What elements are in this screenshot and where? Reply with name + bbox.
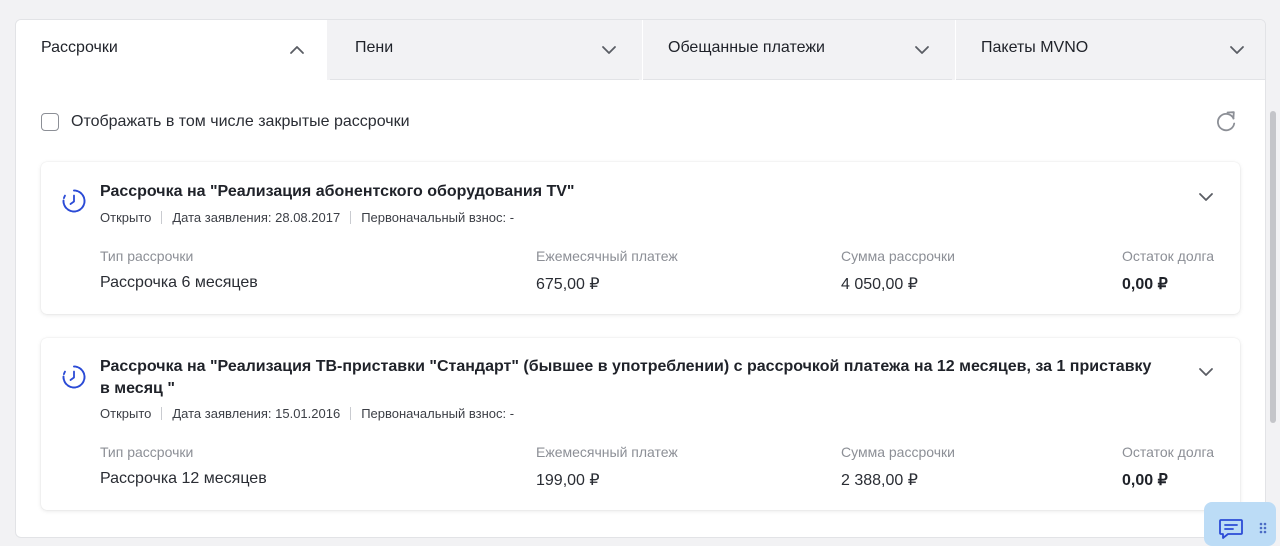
chevron-down-icon[interactable]	[1198, 364, 1214, 380]
installment-title: Рассрочка на "Реализация абонентского об…	[100, 183, 575, 200]
monthly-payment-value: 199,00 ₽	[536, 472, 600, 489]
chat-button[interactable]	[1204, 502, 1276, 546]
show-closed-filter[interactable]: Отображать в том числе закрытые рассрочк…	[41, 111, 410, 133]
chevron-up-icon	[290, 46, 304, 54]
chevron-down-icon[interactable]	[1198, 189, 1214, 205]
application-date: Дата заявления: 28.08.2017	[172, 210, 341, 225]
down-payment: Первоначальный взнос: -	[361, 406, 515, 421]
clock-icon	[62, 365, 86, 389]
drag-handle-icon[interactable]	[1258, 520, 1268, 536]
tab-mvno-packages[interactable]: Пакеты MVNO	[956, 20, 1265, 80]
installment-meta: Открыто Дата заявления: 15.01.2016 Перво…	[100, 406, 514, 421]
status-text: Открыто	[100, 210, 152, 225]
scrollbar-thumb[interactable]	[1270, 111, 1276, 423]
debt-remaining-label: Остаток долга	[1122, 248, 1215, 264]
tab-divider	[327, 20, 330, 80]
tab-bar: Рассрочки Пени Обещанные платежи Пакеты …	[16, 20, 1265, 81]
application-date: Дата заявления: 15.01.2016	[172, 406, 341, 421]
tab-promised-payments[interactable]: Обещанные платежи	[643, 20, 952, 80]
chat-icon	[1219, 519, 1243, 539]
installment-card[interactable]: Рассрочка на "Реализация ТВ-приставки "С…	[41, 338, 1240, 510]
meta-divider	[161, 211, 163, 224]
show-closed-checkbox[interactable]	[41, 113, 59, 131]
meta-divider	[161, 407, 163, 420]
debt-remaining-value: 0,00 ₽	[1122, 472, 1168, 489]
monthly-payment-label: Ежемесячный платеж	[536, 444, 678, 460]
chevron-down-icon	[915, 46, 929, 54]
installment-type-label: Тип рассрочки	[100, 444, 194, 460]
installment-card[interactable]: Рассрочка на "Реализация абонентского об…	[41, 162, 1240, 314]
monthly-payment-label: Ежемесячный платеж	[536, 248, 678, 264]
status-text: Открыто	[100, 406, 152, 421]
tab-divider	[952, 20, 955, 80]
installments-panel: Рассрочки Пени Обещанные платежи Пакеты …	[15, 19, 1266, 538]
tab-penalties-label: Пени	[355, 39, 394, 56]
installment-sum-label: Сумма рассрочки	[841, 248, 955, 264]
installment-sum-label: Сумма рассрочки	[841, 444, 955, 460]
chevron-down-icon	[602, 46, 616, 54]
show-closed-label: Отображать в том числе закрытые рассрочк…	[71, 113, 410, 130]
meta-divider	[350, 407, 352, 420]
clock-icon	[62, 189, 86, 213]
debt-remaining-label: Остаток долга	[1122, 444, 1215, 460]
tab-divider	[639, 20, 642, 80]
refresh-icon[interactable]	[1213, 108, 1239, 134]
installment-sum-value: 2 388,00 ₽	[841, 472, 918, 489]
installment-type-label: Тип рассрочки	[100, 248, 194, 264]
tab-mvno-packages-label: Пакеты MVNO	[981, 39, 1089, 56]
installment-meta: Открыто Дата заявления: 28.08.2017 Перво…	[100, 210, 514, 225]
installment-sum-value: 4 050,00 ₽	[841, 276, 918, 293]
tab-promised-payments-label: Обещанные платежи	[668, 39, 825, 56]
tab-installments[interactable]: Рассрочки	[16, 20, 327, 80]
tab-installments-label: Рассрочки	[41, 39, 118, 56]
installment-type-value: Рассрочка 6 месяцев	[100, 274, 258, 291]
down-payment: Первоначальный взнос: -	[361, 210, 515, 225]
meta-divider	[350, 211, 352, 224]
installment-type-value: Рассрочка 12 месяцев	[100, 470, 267, 487]
tab-penalties[interactable]: Пени	[330, 20, 639, 80]
debt-remaining-value: 0,00 ₽	[1122, 276, 1168, 293]
monthly-payment-value: 675,00 ₽	[536, 276, 600, 293]
chevron-down-icon	[1230, 46, 1244, 54]
installment-title: Рассрочка на "Реализация ТВ-приставки "С…	[100, 358, 1152, 397]
